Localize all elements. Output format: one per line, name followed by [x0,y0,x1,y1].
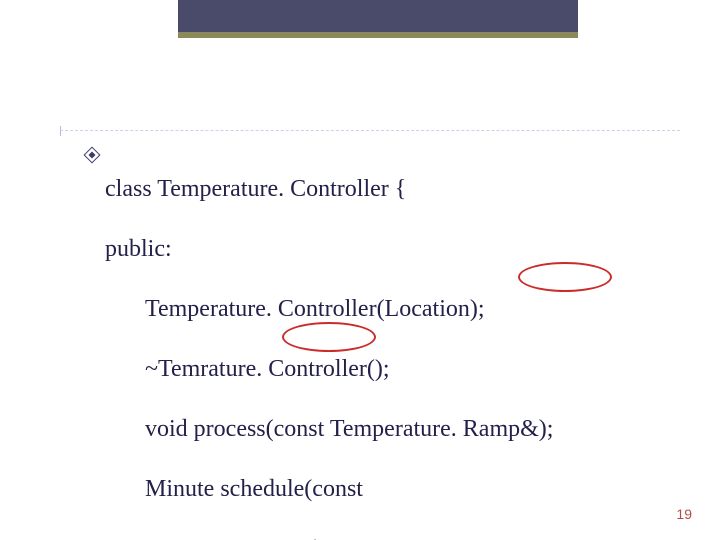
code-line: class Temperature. Controller { [105,174,665,204]
code-line: Minute schedule(const [105,474,665,504]
code-block: class Temperature. Controller { public: … [105,144,665,540]
code-line: Temperature. Ramp&) const; [105,534,665,540]
code-line: public: [105,234,665,264]
header-stripe-purple [178,0,578,32]
code-line: ~Temrature. Controller(); [105,354,665,384]
bullet-diamond-icon [85,148,99,162]
slide-header [0,0,720,50]
header-stripe-olive [178,32,578,38]
code-line: Temperature. Controller(Location); [105,294,665,324]
code-line: void process(const Temperature. Ramp&); [105,414,665,444]
page-number: 19 [676,506,692,522]
ruler-dashed-line [60,130,680,132]
